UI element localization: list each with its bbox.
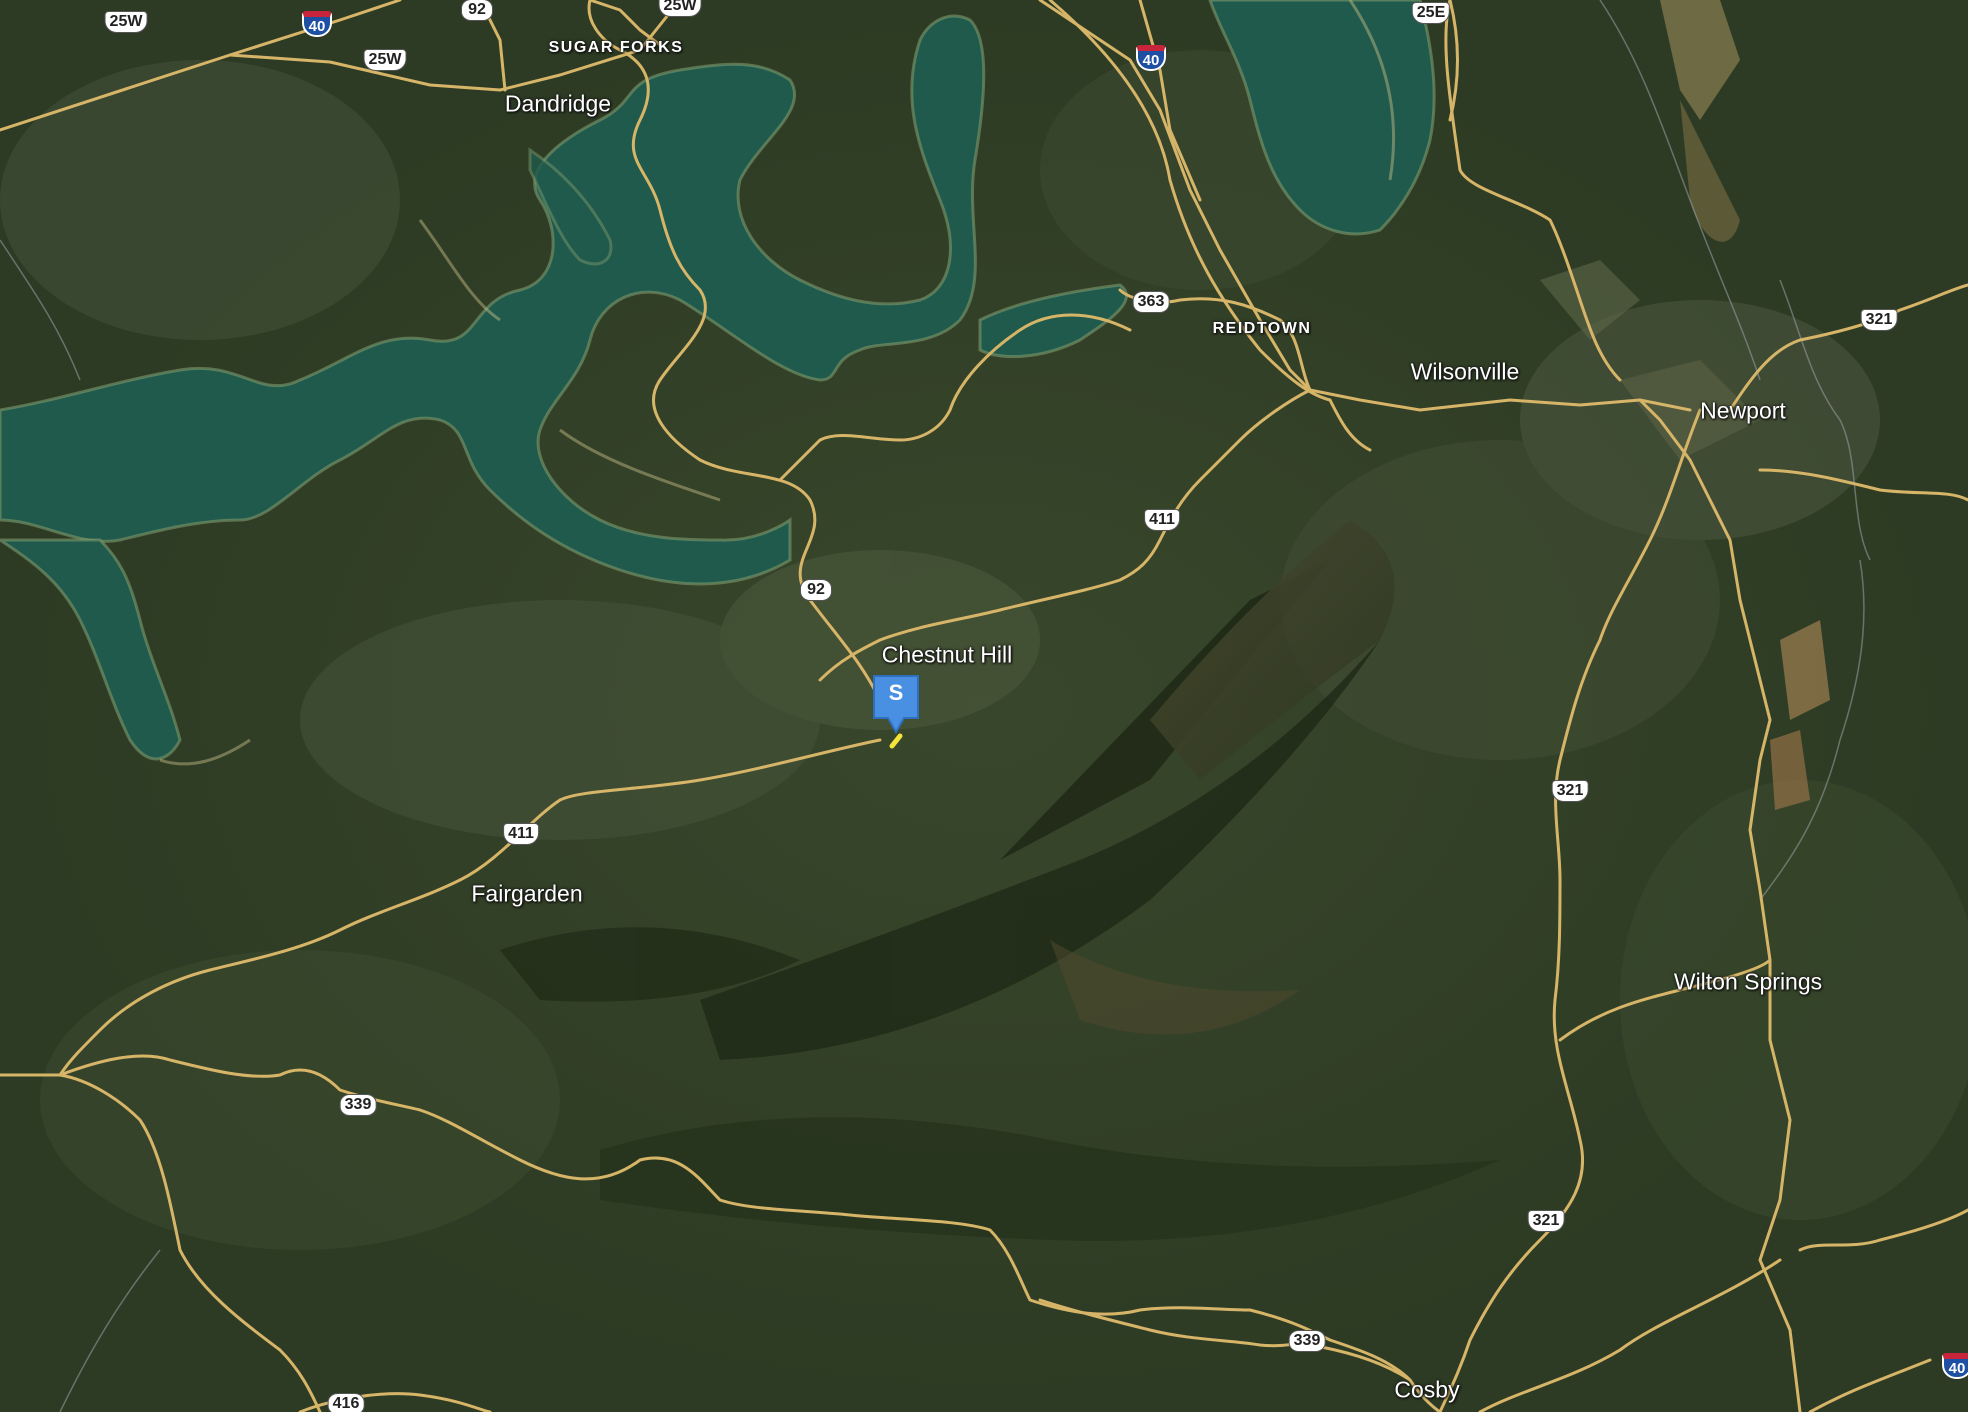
route-shield-92: 92 <box>461 0 493 21</box>
route-shield-363: 363 <box>1132 291 1170 313</box>
interstate-shield-40: 40 <box>1136 45 1166 71</box>
interstate-shield-40: 40 <box>1942 1353 1968 1379</box>
start-marker-icon[interactable]: S <box>872 674 920 750</box>
place-label-wilsonville[interactable]: Wilsonville <box>1411 359 1520 386</box>
route-shield-us-25e: 25E <box>1411 2 1451 24</box>
satellite-imagery <box>0 0 1968 1412</box>
interstate-shield-40: 40 <box>302 11 332 37</box>
place-label-dandridge[interactable]: Dandridge <box>505 91 611 118</box>
place-label-cosby[interactable]: Cosby <box>1394 1377 1459 1404</box>
route-shield-us-321: 321 <box>1860 309 1898 331</box>
route-shield-339: 339 <box>339 1094 377 1116</box>
route-shield-us-411: 411 <box>503 823 539 845</box>
route-shield-339: 339 <box>1288 1330 1326 1352</box>
route-shield-416: 416 <box>327 1393 365 1412</box>
place-label-chestnut-hill[interactable]: Chestnut Hill <box>882 642 1012 669</box>
place-label-reidtown[interactable]: REIDTOWN <box>1213 320 1312 338</box>
route-shield-us-25w: 25W <box>104 11 148 33</box>
map-view[interactable]: Dandridge SUGAR FORKS REIDTOWN Wilsonvil… <box>0 0 1968 1412</box>
route-shield-us-25w: 25W <box>363 49 407 71</box>
place-label-fairgarden[interactable]: Fairgarden <box>471 881 582 908</box>
route-shield-us-25w: 25W <box>658 0 702 17</box>
route-shield-us-321: 321 <box>1527 1210 1565 1232</box>
route-shield-92: 92 <box>800 579 832 601</box>
place-label-sugar-forks[interactable]: SUGAR FORKS <box>549 39 684 57</box>
place-label-wilton-springs[interactable]: Wilton Springs <box>1674 969 1822 996</box>
place-label-newport[interactable]: Newport <box>1700 398 1786 425</box>
route-shield-us-321: 321 <box>1551 780 1589 802</box>
start-marker-label: S <box>888 680 904 705</box>
route-shield-us-411: 411 <box>1144 509 1180 531</box>
